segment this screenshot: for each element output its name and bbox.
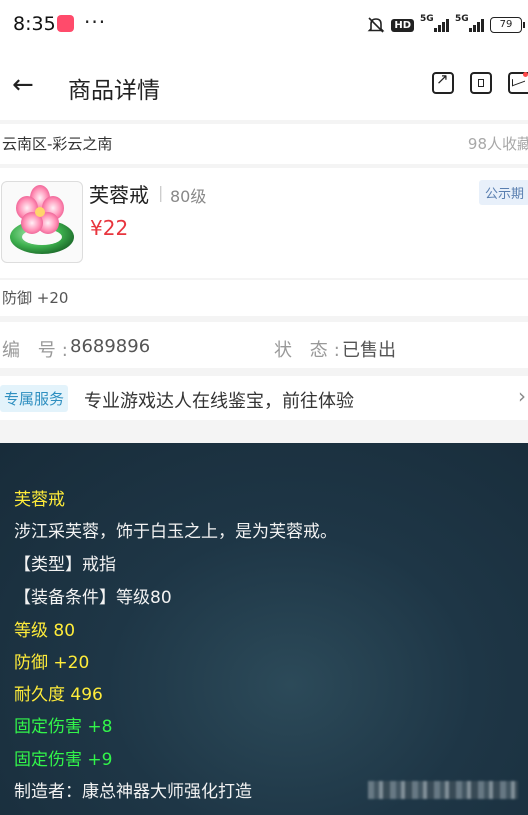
- favorites-count[interactable]: 98人收藏: [468, 133, 528, 154]
- service-text: 专业游戏达人在线鉴宝，前往体验: [84, 391, 354, 412]
- server-row: 云南区-彩云之南 98人收藏: [0, 124, 528, 164]
- message-icon[interactable]: [508, 72, 528, 94]
- battery-icon: 79: [490, 17, 525, 33]
- nav-bar: ← 商品详情: [0, 52, 528, 120]
- tooltip-defense: 防御 +20: [14, 653, 90, 673]
- attribute-text: 防御 +20: [2, 289, 69, 307]
- ring-image: [10, 185, 74, 254]
- server-name: 云南区-彩云之南: [2, 135, 113, 153]
- item-tooltip-panel: 芙蓉戒 涉江采芙蓉，饰于白玉之上，是为芙蓉戒。 【类型】戒指 【装备条件】等级8…: [0, 443, 528, 815]
- back-arrow-icon[interactable]: ←: [12, 70, 34, 100]
- status-icons: HD 5G 5G 79: [367, 14, 525, 36]
- meta-info: 编 号: 8689896 状 态: 已售出: [0, 322, 528, 368]
- id-label: 编 号:: [2, 340, 74, 361]
- state-label: 状 态:: [274, 340, 346, 361]
- item-level: 80级: [170, 187, 207, 206]
- hd-icon: HD: [391, 18, 414, 32]
- tooltip-level: 等级 80: [14, 621, 76, 641]
- tooltip-description: 涉江采芙蓉，饰于白玉之上，是为芙蓉戒。: [14, 522, 337, 542]
- item-price: ¥22: [90, 216, 129, 240]
- item-card: 芙蓉戒 | 80级 ¥22 公示期: [0, 168, 528, 278]
- tooltip-type: 【类型】戒指: [14, 555, 116, 575]
- unread-dot: [523, 72, 528, 77]
- tooltip-maker: 制造者：康总神器大师强化打造: [14, 782, 252, 802]
- public-period-badge: 公示期: [478, 180, 528, 205]
- mute-bell-icon: [367, 17, 385, 33]
- app-notification-icon: [57, 15, 74, 32]
- page-title: 商品详情: [68, 78, 160, 104]
- share-icon[interactable]: [432, 70, 454, 94]
- tooltip-fixed-damage-2: 固定伤害 +9: [14, 750, 113, 770]
- folder-icon[interactable]: [470, 72, 492, 94]
- signal-icon-2: 5G: [455, 14, 484, 32]
- signal-icon-1: 5G: [420, 14, 449, 32]
- status-time: 8:35: [13, 13, 56, 35]
- attribute-strip: 防御 +20: [0, 280, 528, 316]
- status-bar: 8:35 ··· HD 5G 5G 79: [0, 0, 528, 52]
- tooltip-requirement: 【装备条件】等级80: [14, 588, 172, 608]
- item-separator: |: [158, 183, 164, 202]
- tooltip-durability: 耐久度 496: [14, 685, 103, 705]
- item-thumbnail[interactable]: [1, 181, 83, 263]
- state-value: 已售出: [342, 340, 396, 361]
- chevron-right-icon: ›: [518, 384, 526, 408]
- item-name: 芙蓉戒: [89, 183, 149, 207]
- tooltip-fixed-damage-1: 固定伤害 +8: [14, 717, 113, 737]
- blurred-watermark: [368, 781, 518, 799]
- tooltip-name: 芙蓉戒: [14, 490, 65, 510]
- nav-actions: [432, 70, 528, 94]
- id-value: 8689896: [70, 336, 151, 357]
- service-row[interactable]: 专属服务 专业游戏达人在线鉴宝，前往体验 ›: [0, 376, 528, 420]
- service-badge: 专属服务: [0, 385, 69, 412]
- more-notifications-icon: ···: [84, 10, 107, 34]
